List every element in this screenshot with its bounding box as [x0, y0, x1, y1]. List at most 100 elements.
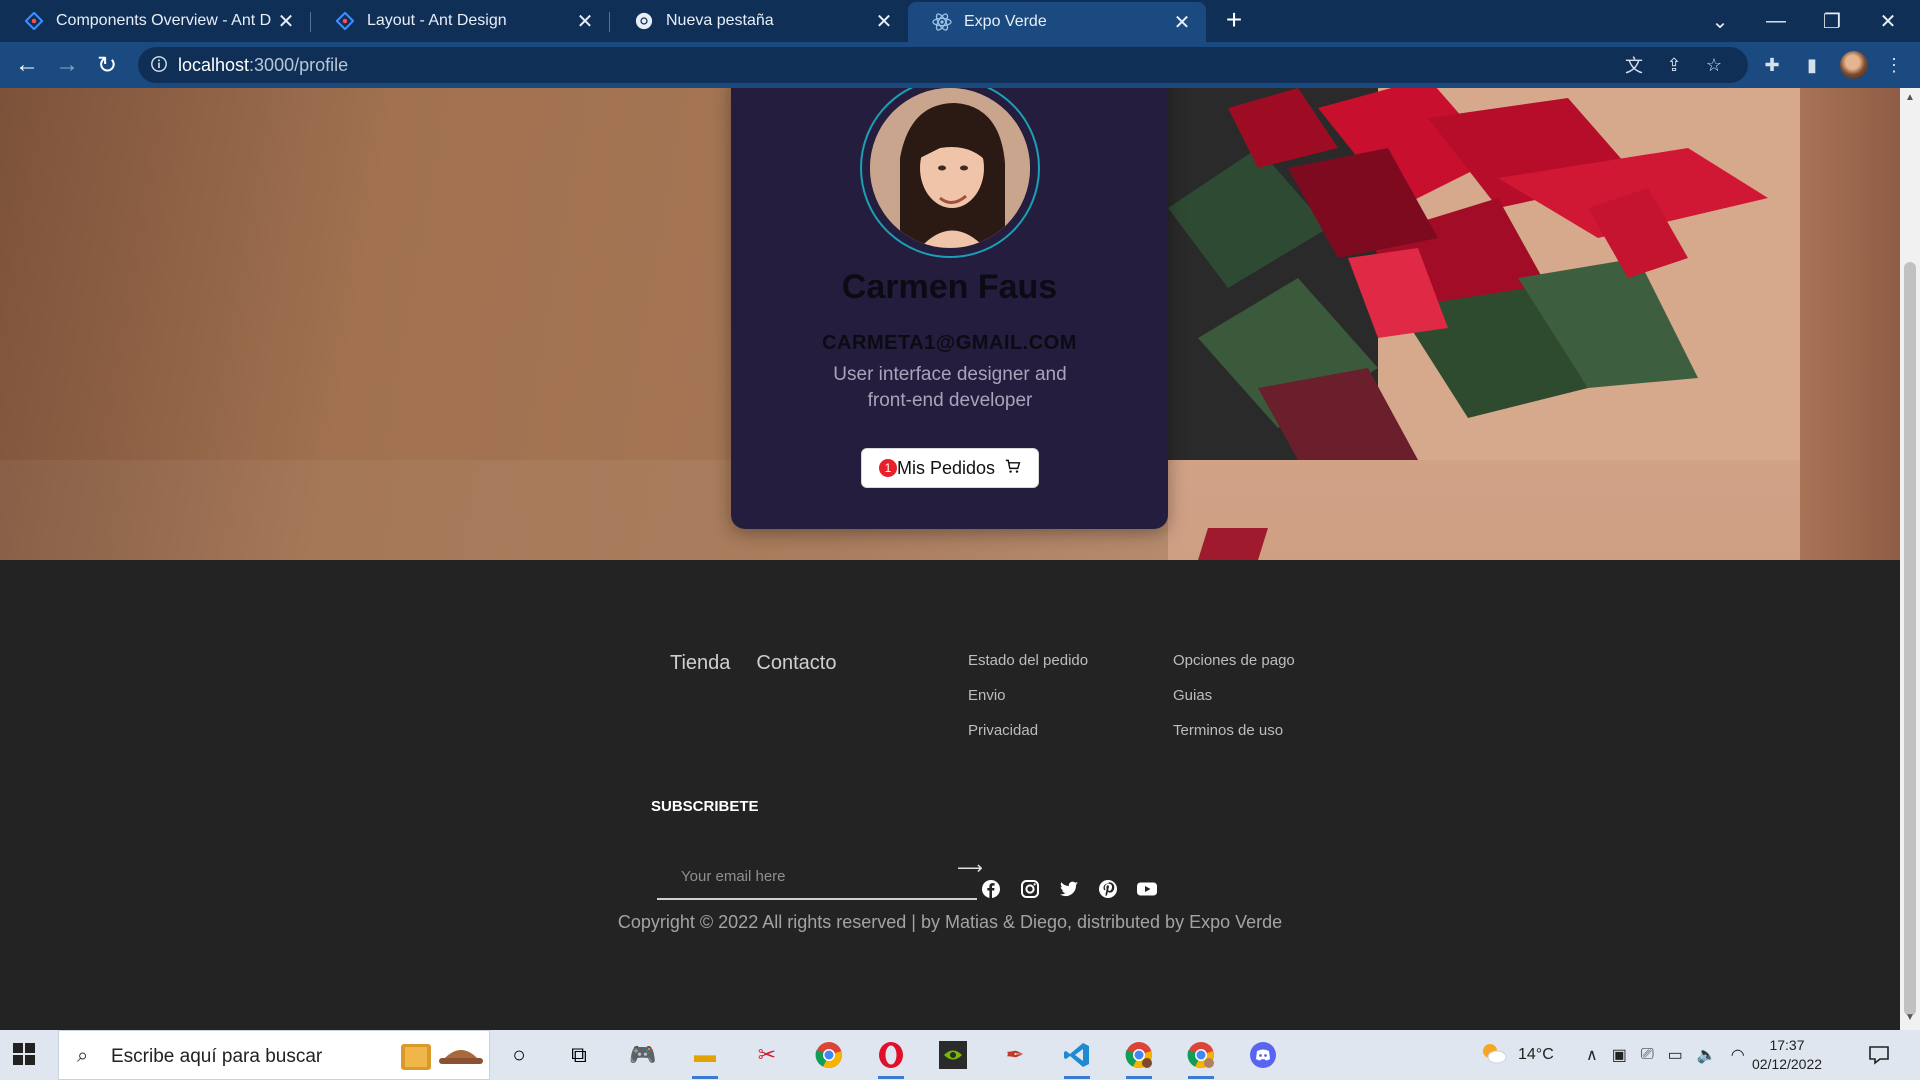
opera-icon[interactable]: [874, 1038, 908, 1079]
close-icon[interactable]: ✕: [870, 9, 898, 34]
forward-button[interactable]: →: [51, 49, 83, 81]
social-links: [980, 878, 1158, 900]
minimize-button[interactable]: —: [1748, 0, 1804, 42]
tab-nueva-pestana[interactable]: Nueva pestaña ✕: [610, 0, 908, 42]
translate-icon[interactable]: 文: [1622, 53, 1646, 77]
chrome-profile-icon[interactable]: [1184, 1038, 1218, 1079]
system-tray: ∧ ▣ ⎚ ▭ 🔈 ◠: [1586, 1030, 1745, 1080]
cortana-icon[interactable]: ○: [502, 1038, 536, 1072]
facebook-icon[interactable]: [980, 878, 1002, 900]
footer-link[interactable]: Guias: [1173, 687, 1295, 722]
arrow-right-icon[interactable]: ⟶: [957, 858, 983, 879]
tab-title: Nueva pestaña: [666, 12, 774, 29]
tray-monitor-icon[interactable]: ▣: [1612, 1045, 1627, 1065]
clock-date: 02/12/2022: [1751, 1056, 1823, 1072]
tab-title: Expo Verde: [964, 13, 1047, 30]
footer-link-tienda[interactable]: Tienda: [670, 652, 730, 675]
footer-column-1: Estado del pedido Envio Privacidad: [968, 652, 1088, 757]
taskbar-clock[interactable]: 17:37 02/12/2022: [1742, 1036, 1832, 1074]
chrome-icon: [634, 11, 654, 31]
windows-start-icon[interactable]: [12, 1042, 38, 1068]
reload-button[interactable]: ↻: [91, 49, 123, 81]
scroll-up-icon[interactable]: ▲: [1905, 92, 1915, 103]
scroll-down-icon[interactable]: ▼: [1905, 1012, 1915, 1023]
url-host: localhost: [178, 55, 250, 75]
volume-icon[interactable]: 🔈: [1697, 1045, 1717, 1065]
footer-link[interactable]: Estado del pedido: [968, 652, 1088, 687]
close-icon[interactable]: ✕: [1168, 10, 1196, 35]
notifications-icon[interactable]: [1862, 1038, 1896, 1072]
discord-icon[interactable]: [1246, 1038, 1280, 1072]
taskbar-search[interactable]: ⌕ Escribe aquí para buscar: [58, 1030, 490, 1080]
clock-time: 17:37: [1769, 1037, 1805, 1053]
orders-count-badge: 1: [878, 459, 897, 477]
tray-chevron-up-icon[interactable]: ∧: [1586, 1045, 1598, 1065]
restore-button[interactable]: ❐: [1804, 0, 1860, 42]
react-icon: [932, 12, 952, 32]
close-window-button[interactable]: ✕: [1860, 0, 1916, 42]
nvidia-icon[interactable]: [936, 1038, 970, 1072]
pen-tool-icon[interactable]: ✒: [998, 1038, 1032, 1072]
profile-card: Carmen Faus CARMETA1@GMAIL.COM User inte…: [731, 88, 1168, 529]
tab-title: Layout - Ant Design: [367, 12, 507, 29]
ant-design-icon: [335, 11, 355, 31]
tray-meet-icon[interactable]: ⎚: [1641, 1046, 1654, 1064]
tab-expo-verde[interactable]: Expo Verde ✕: [908, 2, 1206, 42]
instagram-icon[interactable]: [1019, 878, 1041, 900]
tab-layout-ant-design[interactable]: Layout - Ant Design ✕: [311, 0, 609, 42]
back-button[interactable]: ←: [11, 49, 43, 81]
footer-link[interactable]: Opciones de pago: [1173, 652, 1295, 687]
chrome-icon[interactable]: [812, 1038, 846, 1072]
shopping-cart-icon: [1005, 458, 1021, 479]
menu-kebab-icon[interactable]: ⋮: [1882, 53, 1906, 77]
subscribe-email-input[interactable]: [681, 868, 941, 885]
tab-search-chevron-icon[interactable]: ⌄: [1692, 0, 1748, 42]
mis-pedidos-button[interactable]: 1 Mis Pedidos: [861, 448, 1039, 488]
battery-icon[interactable]: ▭: [1668, 1045, 1683, 1065]
footer-link-contacto[interactable]: Contacto: [756, 652, 836, 675]
url-path: :3000/profile: [249, 55, 349, 75]
side-panel-icon[interactable]: ▮: [1800, 53, 1824, 77]
pinterest-icon[interactable]: [1097, 878, 1119, 900]
profile-avatar[interactable]: [1840, 51, 1868, 79]
weather-icon: [1480, 1041, 1508, 1070]
address-bar[interactable]: localhost:3000/profile 文 ⇪ ☆: [138, 47, 1748, 83]
extensions-puzzle-icon[interactable]: ✚: [1760, 53, 1784, 77]
weather-widget[interactable]: 14°C: [1480, 1030, 1554, 1080]
snipping-tool-icon[interactable]: ✂: [750, 1038, 784, 1072]
footer-link[interactable]: Envio: [968, 687, 1088, 722]
footer-link[interactable]: Terminos de uso: [1173, 722, 1295, 757]
close-icon[interactable]: ✕: [272, 9, 300, 34]
search-highlight-illustration: [395, 1038, 485, 1074]
twitter-icon[interactable]: [1058, 878, 1080, 900]
tab-components-overview[interactable]: Components Overview - Ant Des ✕: [0, 0, 310, 42]
browser-tabbar: Components Overview - Ant Des ✕ Layout -…: [0, 0, 1920, 42]
new-tab-button[interactable]: +: [1217, 4, 1251, 38]
hero-right-edge: [1800, 88, 1900, 560]
youtube-icon[interactable]: [1136, 878, 1158, 900]
file-explorer-icon[interactable]: ▬: [688, 1038, 722, 1079]
share-icon[interactable]: ⇪: [1662, 53, 1686, 77]
footer-column-2: Opciones de pago Guias Terminos de uso: [1173, 652, 1295, 757]
site-footer: Tienda Contacto Estado del pedido Envio …: [0, 560, 1900, 1030]
profile-name: Carmen Faus: [841, 268, 1058, 306]
taskbar-search-placeholder: Escribe aquí para buscar: [111, 1046, 323, 1067]
chrome-profile-icon[interactable]: [1122, 1038, 1156, 1079]
page-viewport: Carmen Faus CARMETA1@GMAIL.COM User inte…: [0, 88, 1900, 1030]
orders-label: Mis Pedidos: [896, 457, 996, 478]
task-view-icon[interactable]: ⧉: [562, 1038, 596, 1072]
hero-background: Carmen Faus CARMETA1@GMAIL.COM User inte…: [0, 88, 1900, 560]
windows-taskbar: ⌕ Escribe aquí para buscar ○ ⧉ 🎮 ▬ ✂ ✒ 1…: [0, 1030, 1920, 1080]
site-info-icon[interactable]: [150, 55, 170, 75]
footer-link[interactable]: Privacidad: [968, 722, 1088, 757]
footer-nav: Tienda Contacto: [670, 652, 836, 675]
xbox-game-bar-icon[interactable]: 🎮: [626, 1038, 660, 1072]
vscode-icon[interactable]: [1060, 1038, 1094, 1079]
bookmark-star-icon[interactable]: ☆: [1702, 53, 1726, 77]
tab-title: Components Overview - Ant Des: [56, 12, 272, 29]
close-icon[interactable]: ✕: [571, 9, 599, 34]
subscribe-title: SUBSCRIBETE: [651, 798, 759, 815]
scrollbar-thumb[interactable]: [1904, 262, 1916, 1016]
page-scrollbar[interactable]: ▲ ▼: [1900, 88, 1920, 1030]
url-text[interactable]: localhost:3000/profile: [178, 55, 348, 76]
